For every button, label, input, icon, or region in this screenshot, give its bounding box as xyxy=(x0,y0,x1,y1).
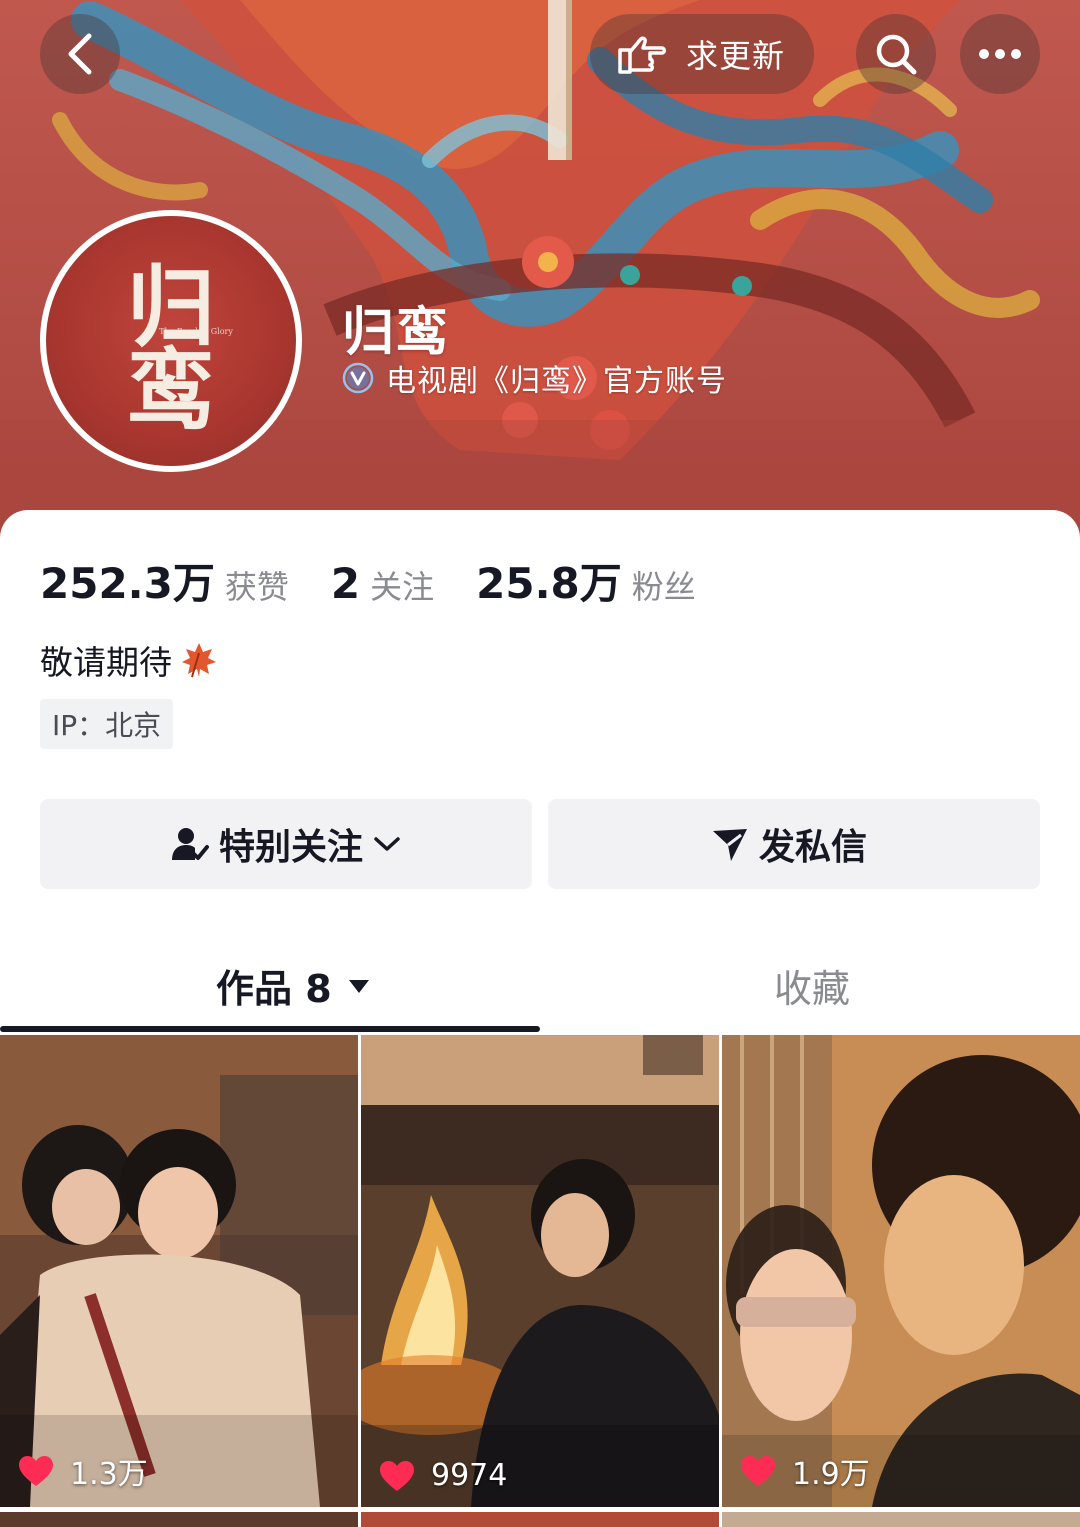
video-thumbnail-partial[interactable] xyxy=(0,1512,358,1527)
stat-following-label: 关注 xyxy=(370,568,435,606)
video-thumbnail[interactable]: 9974 xyxy=(361,1035,719,1507)
video-likes: 1.9万 xyxy=(740,1449,870,1493)
video-likes-count: 1.3万 xyxy=(70,1457,148,1492)
heart-icon xyxy=(19,1456,53,1486)
stat-likes[interactable]: 252.3万 获赞 xyxy=(40,550,289,611)
avatar-logo: 归 鸾 The Road to Glory xyxy=(127,255,233,442)
bio: 敬请期待 xyxy=(40,636,220,684)
verification-row: 电视剧《归鸾》官方账号 xyxy=(342,356,727,400)
tab-works[interactable]: 作品 8 xyxy=(216,958,370,1013)
send-message-label: 发私信 xyxy=(758,827,867,868)
stat-following-value: 2 xyxy=(330,559,361,608)
video-thumbnail-image xyxy=(361,1035,719,1507)
video-likes: 9974 xyxy=(379,1458,507,1493)
verified-badge-icon xyxy=(342,362,374,394)
more-button[interactable] xyxy=(960,14,1040,94)
chevron-left-icon xyxy=(68,33,92,75)
video-thumbnail-partial[interactable] xyxy=(722,1512,1080,1527)
search-icon xyxy=(876,34,917,75)
send-message-button[interactable]: 发私信 xyxy=(548,799,1040,889)
more-dots-icon xyxy=(979,49,1021,59)
account-name: 归鸾 xyxy=(342,303,451,363)
video-thumbnail-partial[interactable] xyxy=(361,1512,719,1527)
search-button[interactable] xyxy=(856,14,936,94)
pointing-hand-icon xyxy=(618,36,666,74)
tab-favorites[interactable]: 收藏 xyxy=(774,958,850,1013)
stat-followers[interactable]: 25.8万 粉丝 xyxy=(476,550,696,611)
bio-text: 敬请期待 xyxy=(40,643,172,682)
special-follow-button[interactable]: 特别关注 xyxy=(40,799,532,889)
stat-followers-label: 粉丝 xyxy=(631,568,696,606)
profile-banner: 求更新 归 鸾 The Road to Glory 归鸾 电视剧《归鸾》官方账号 xyxy=(0,0,1080,540)
special-follow-label: 特别关注 xyxy=(218,827,363,868)
verification-text: 电视剧《归鸾》官方账号 xyxy=(386,364,727,399)
active-tab-indicator xyxy=(0,1026,540,1032)
stat-followers-value: 25.8万 xyxy=(476,559,622,608)
caret-down-icon xyxy=(348,979,369,993)
back-button[interactable] xyxy=(40,14,120,94)
heart-icon xyxy=(380,1460,414,1491)
stat-likes-label: 获赞 xyxy=(224,568,289,606)
avatar-title-bottom: 鸾 xyxy=(127,338,215,442)
request-update-button[interactable]: 求更新 xyxy=(590,14,814,94)
video-thumbnail[interactable]: 1.9万 xyxy=(722,1035,1080,1507)
tab-favorites-label: 收藏 xyxy=(774,967,851,1011)
heart-icon xyxy=(741,1456,775,1486)
video-likes-count: 1.9万 xyxy=(792,1457,870,1492)
tab-works-label: 作品 8 xyxy=(216,967,332,1011)
video-likes-count: 9974 xyxy=(431,1458,508,1493)
chevron-down-icon xyxy=(374,837,400,851)
stat-following[interactable]: 2 关注 xyxy=(331,559,434,608)
send-paper-plane-icon xyxy=(712,829,747,861)
avatar[interactable]: 归 鸾 The Road to Glory xyxy=(40,210,302,472)
video-likes: 1.3万 xyxy=(18,1449,148,1493)
video-thumbnail-image xyxy=(0,1035,358,1507)
video-thumbnail-image xyxy=(722,1035,1080,1507)
maple-leaf-icon xyxy=(182,643,216,678)
user-check-icon xyxy=(171,828,209,860)
ip-location-tag: IP：北京 xyxy=(40,699,174,749)
stat-likes-value: 252.3万 xyxy=(40,559,215,608)
stats-row: 252.3万 获赞 2 关注 25.8万 粉丝 xyxy=(40,550,738,611)
content-tabs: 作品 8 收藏 xyxy=(0,950,1080,1032)
avatar-subtitle: The Road to Glory xyxy=(159,327,233,336)
video-thumbnail[interactable]: 1.3万 xyxy=(0,1035,358,1507)
request-update-label: 求更新 xyxy=(686,37,786,75)
